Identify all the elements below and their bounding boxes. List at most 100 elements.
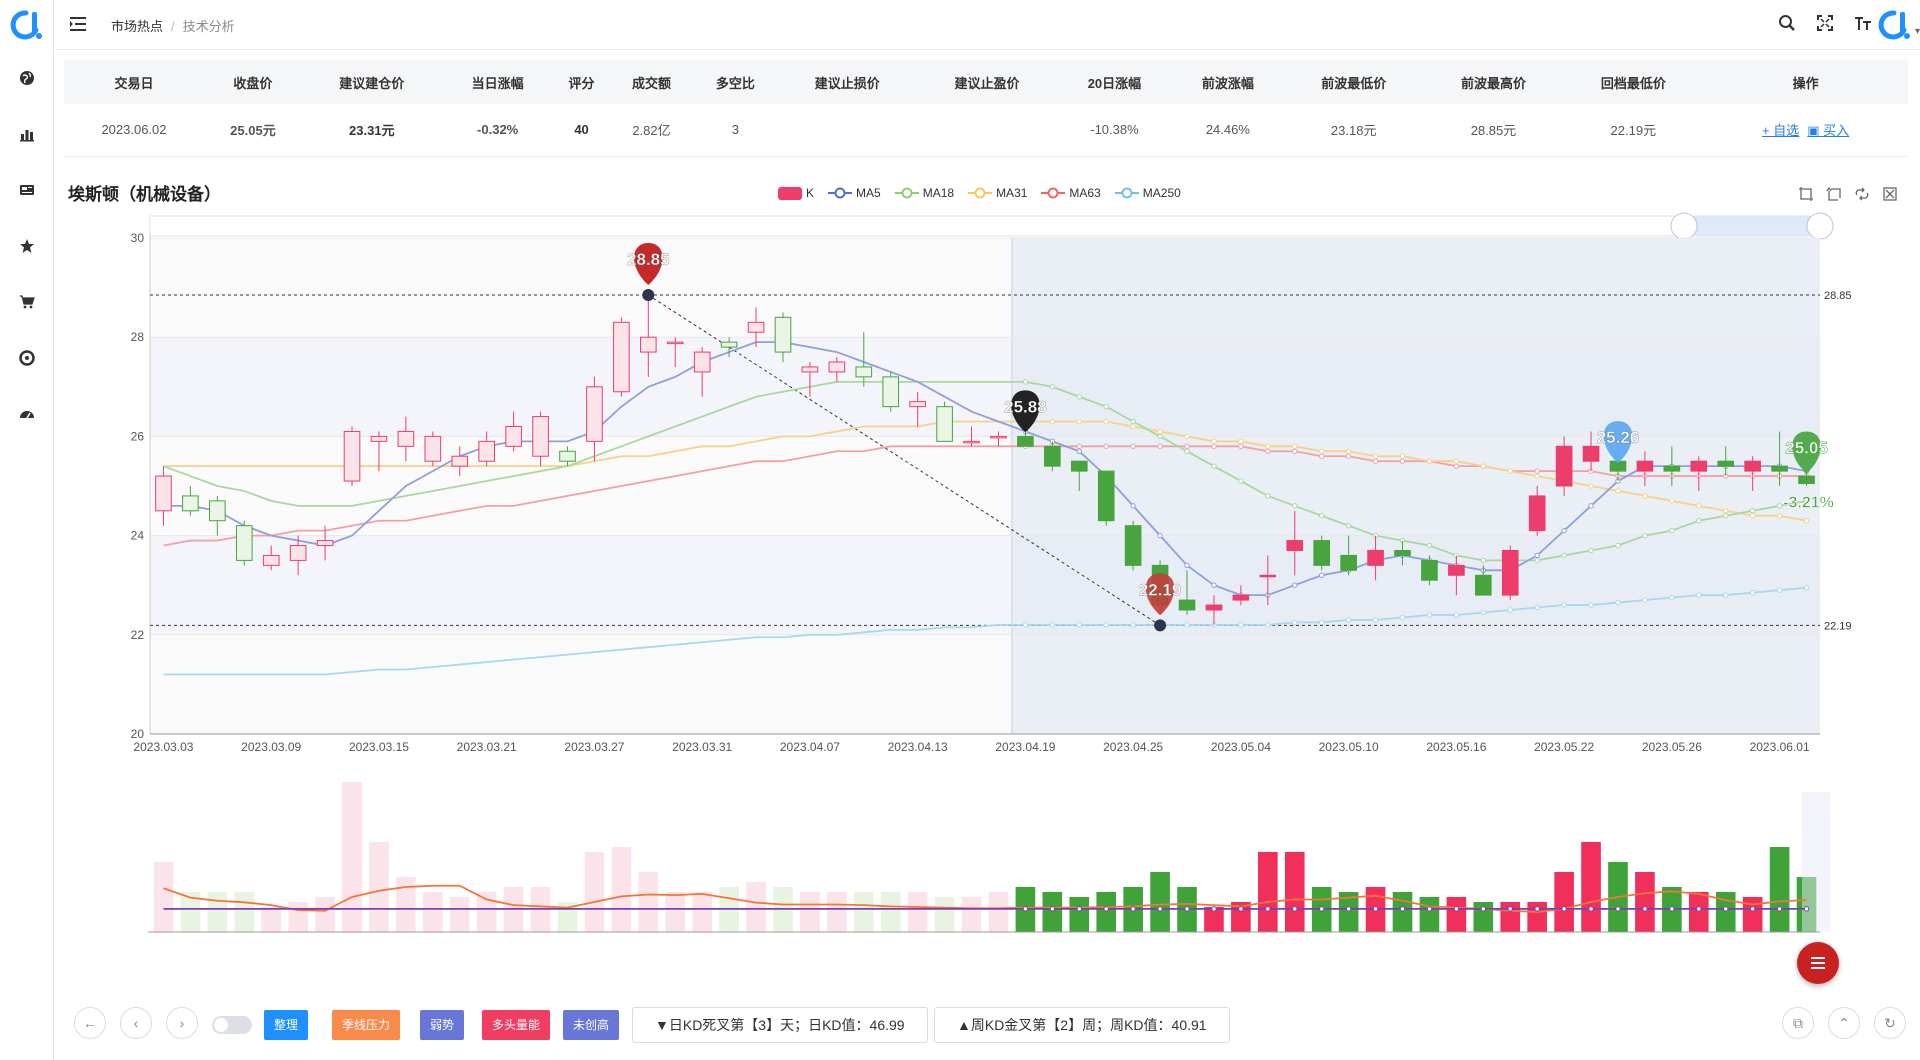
ma31-point (1130, 423, 1136, 430)
ma18-point (1669, 527, 1675, 534)
volume-avg-point (1480, 906, 1487, 912)
toggle-switch[interactable] (212, 1016, 252, 1034)
volume-avg-point (1130, 906, 1136, 912)
ma31-point (1211, 438, 1217, 445)
ma31-point (1157, 428, 1163, 435)
ma250-point (1049, 622, 1056, 628)
daily-kd-info: ▼日KD死叉第【3】天；日KD值：46.99 (632, 1007, 928, 1043)
ma250-point (1803, 584, 1810, 591)
volume-avg-point (1749, 906, 1756, 912)
ma63-point (1318, 453, 1325, 459)
volume-avg-point (1642, 906, 1648, 912)
ma63-point (1372, 458, 1379, 464)
volume-bar (1419, 897, 1440, 932)
zoom-slider-handle-right (1806, 212, 1834, 240)
ma63-point (1211, 443, 1217, 450)
volume-bar (1688, 892, 1709, 932)
copy-icon[interactable]: ⧉ (1782, 1007, 1814, 1039)
volume-bar (800, 892, 820, 932)
volume-bar (692, 892, 712, 932)
y-tick-label: 22 (131, 628, 145, 642)
y-tick-label: 24 (131, 529, 145, 543)
ma18-point (1749, 508, 1756, 514)
candle-body (1798, 475, 1815, 485)
ma31-point (1426, 458, 1433, 464)
volume-avg-point (1507, 906, 1513, 912)
x-tick-label: 2023.04.25 (1103, 740, 1163, 754)
candle-body (532, 416, 549, 457)
volume-avg-point (1022, 906, 1029, 912)
next-icon[interactable]: › (166, 1007, 198, 1039)
ma63-point (1076, 443, 1082, 450)
refresh-icon[interactable]: ↻ (1874, 1007, 1906, 1039)
ma18-point (1265, 493, 1271, 499)
x-tick-label: 2023.03.21 (457, 740, 517, 754)
volume-bar (1392, 892, 1413, 932)
volume-bar (207, 892, 228, 932)
candle-body (1286, 540, 1304, 551)
volume-avg-point (1265, 906, 1271, 912)
x-tick-label: 2023.03.03 (133, 740, 193, 754)
candle-body (693, 351, 711, 373)
ma250-point (1103, 622, 1109, 628)
tag-no-new-high: 未创高 (563, 1010, 620, 1040)
volume-bar (476, 892, 497, 932)
candle-body (451, 455, 469, 467)
x-tick-label: 2023.04.13 (888, 740, 948, 754)
back-arrow-icon[interactable]: ← (74, 1007, 106, 1039)
ma250-point (1130, 622, 1136, 628)
weekly-kd-info: ▲周KD金叉第【2】周；周KD值：40.91 (934, 1007, 1230, 1043)
ma250-point (1265, 622, 1271, 628)
ma63-point (1238, 443, 1244, 450)
candle-body (1259, 574, 1277, 578)
ma5-point (1211, 582, 1217, 588)
ma5-point (1130, 503, 1136, 509)
ma31-point (1184, 433, 1190, 440)
ma18-point (1211, 463, 1217, 469)
ma250-point (1292, 619, 1298, 626)
ma31-point (1265, 443, 1271, 450)
pin-label: 22.19 (1139, 580, 1182, 599)
volume-bar (1446, 897, 1467, 932)
candle-body (316, 540, 334, 547)
volume-bar (1096, 892, 1117, 932)
ma31-point (1238, 438, 1244, 445)
volume-bar (934, 897, 955, 932)
x-tick-label: 2023.03.15 (349, 740, 409, 754)
volume-avg-point (1292, 906, 1298, 912)
volume-bar (1042, 892, 1063, 932)
candle-body (1044, 445, 1061, 467)
ma250-point (1345, 617, 1352, 623)
x-tick-label: 2023.03.31 (672, 740, 732, 754)
ma250-point (1723, 592, 1729, 598)
volume-avg-point (1372, 906, 1379, 912)
volume-bar (827, 892, 847, 932)
candle-body (397, 430, 415, 447)
candlestick-chart[interactable]: 20 22 24 26 28 30 2023.03.03 2023.03.09 2023.03.… (0, 0, 1920, 950)
ma18-point (1184, 448, 1190, 454)
volume-avg-point (1723, 906, 1729, 912)
ma63-point (1130, 443, 1136, 450)
volume-avg-point (1103, 906, 1109, 912)
floating-menu-button[interactable] (1797, 942, 1839, 984)
volume-avg-point (1076, 906, 1082, 912)
volume-bar (1258, 852, 1278, 932)
ma250-point (1534, 604, 1540, 611)
ma63-point (1103, 443, 1109, 450)
candle-body (774, 316, 792, 353)
candle-body (505, 425, 522, 447)
volume-bar (1150, 872, 1170, 932)
candle-body (1448, 564, 1465, 576)
ma31-point (1534, 473, 1540, 479)
tag-consolidation: 整理 (264, 1010, 309, 1040)
ma18-point (1776, 503, 1783, 509)
scroll-top-icon[interactable]: ⌃ (1828, 1007, 1860, 1039)
ma18-point (1480, 557, 1487, 564)
ma250-point (1642, 597, 1648, 603)
volume-avg-point (1157, 906, 1163, 912)
candle-body (1017, 435, 1034, 447)
tag-quarter-pressure: 季线压力 (332, 1010, 401, 1040)
prev-icon[interactable]: ‹ (120, 1007, 152, 1039)
ma250-point (1184, 622, 1190, 628)
candle-body (720, 341, 738, 348)
